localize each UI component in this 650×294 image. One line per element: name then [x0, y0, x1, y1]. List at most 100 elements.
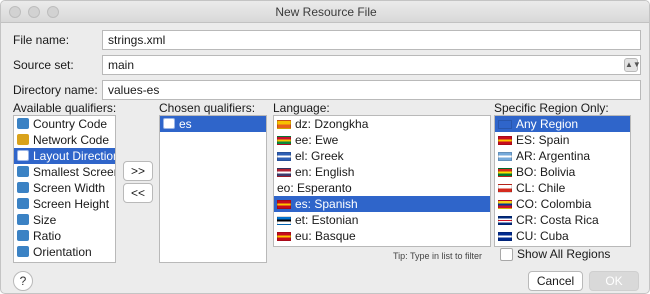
window-title: New Resource File	[275, 5, 377, 19]
qualifier-item[interactable]: Size	[14, 212, 115, 228]
qualifier-item-label: Orientation	[33, 245, 92, 259]
country-code-icon	[17, 118, 29, 129]
region-item[interactable]: CO: Colombia	[495, 196, 630, 212]
ok-button[interactable]: OK	[589, 271, 639, 291]
specific-region-header: Specific Region Only:	[494, 101, 609, 115]
language-item-label: eu: Basque	[295, 229, 356, 243]
chosen-qualifier-item-label: es	[179, 117, 192, 131]
source-set-label: Source set:	[13, 58, 74, 72]
layout-direction-icon	[17, 150, 29, 161]
network-code-icon	[17, 134, 29, 145]
language-item-label: es: Spanish	[295, 197, 358, 211]
cancel-button[interactable]: Cancel	[528, 271, 583, 291]
language-item-label: eo: Esperanto	[277, 181, 352, 195]
smallest-screen-icon	[17, 166, 29, 177]
qualifier-item[interactable]: Ratio	[14, 228, 115, 244]
locale-icon	[163, 118, 175, 129]
chosen-qualifiers-header: Chosen qualifiers:	[159, 101, 256, 115]
language-item[interactable]: el: Greek	[274, 148, 490, 164]
screen-height-icon	[17, 198, 29, 209]
select-arrows-icon[interactable]: ▲▼	[624, 58, 641, 72]
remove-qualifier-button[interactable]: <<	[123, 183, 153, 203]
qualifier-item[interactable]: Layout Direction	[14, 148, 115, 164]
flag-icon	[498, 216, 512, 225]
flag-icon	[277, 120, 291, 129]
language-item[interactable]: eo: Esperanto	[274, 180, 490, 196]
language-header: Language:	[273, 101, 330, 115]
flag-icon	[277, 168, 291, 177]
orientation-icon	[17, 246, 29, 257]
qualifier-item[interactable]: Smallest Screen W	[14, 164, 115, 180]
help-button[interactable]: ?	[13, 271, 33, 291]
language-item[interactable]: ee: Ewe	[274, 132, 490, 148]
language-item-label: et: Estonian	[295, 213, 359, 227]
region-item[interactable]: CU: Cuba	[495, 228, 630, 244]
qualifier-item-label: Screen Width	[33, 181, 106, 195]
region-item[interactable]: BO: Bolivia	[495, 164, 630, 180]
flag-icon	[277, 216, 291, 225]
region-item-label: CO: Colombia	[516, 197, 592, 211]
language-list[interactable]: dz: Dzongkha ee: Ewe el: Greek en: English e…	[273, 115, 491, 247]
qualifier-item-label: Network Code	[33, 133, 110, 147]
language-item-label: ee: Ewe	[295, 133, 339, 147]
source-set-select[interactable]: main ▲▼	[102, 55, 641, 75]
region-list[interactable]: Any Region ES: Spain AR: Argentina BO: Boli…	[494, 115, 631, 247]
language-item-label: fa: Persian	[295, 245, 352, 246]
region-item[interactable]: Any Region	[495, 116, 630, 132]
available-qualifiers-list[interactable]: Country Code Network Code Layout Direction…	[13, 115, 116, 263]
show-all-regions-checkbox[interactable]	[500, 248, 513, 261]
region-item-label: Any Region	[516, 117, 579, 131]
flag-icon	[277, 152, 291, 161]
add-qualifier-button[interactable]: >>	[123, 161, 153, 181]
region-item[interactable]: CR: Costa Rica	[495, 212, 630, 228]
file-name-label: File name:	[13, 33, 70, 47]
language-item[interactable]: eu: Basque	[274, 228, 490, 244]
qualifier-item[interactable]: Country Code	[14, 116, 115, 132]
flag-icon	[498, 232, 512, 241]
language-item[interactable]: dz: Dzongkha	[274, 116, 490, 132]
flag-icon	[498, 136, 512, 145]
region-item[interactable]: CL: Chile	[495, 180, 630, 196]
region-item-label: ES: Spain	[516, 133, 570, 147]
qualifier-item[interactable]: Network Code	[14, 132, 115, 148]
source-set-value: main	[108, 58, 135, 72]
region-item-label: CR: Costa Rica	[516, 213, 599, 227]
language-item-label: en: English	[295, 165, 355, 179]
qualifier-item-label: Layout Direction	[33, 149, 116, 163]
qualifier-item[interactable]: Orientation	[14, 244, 115, 260]
qualifier-item[interactable]: Screen Height	[14, 196, 115, 212]
chosen-qualifiers-list[interactable]: es	[159, 115, 267, 263]
language-item-label: el: Greek	[295, 149, 344, 163]
flag-icon	[277, 200, 291, 209]
flag-icon	[277, 136, 291, 145]
chosen-qualifier-item[interactable]: es	[160, 116, 266, 132]
available-qualifiers-header: Available qualifiers:	[13, 101, 117, 115]
directory-name-label: Directory name:	[13, 83, 98, 97]
qualifier-item-label: Size	[33, 213, 57, 227]
directory-name-field[interactable]: values-es	[102, 80, 641, 100]
title-bar: New Resource File	[1, 1, 649, 23]
filter-tip: Tip: Type in list to filter	[393, 251, 483, 261]
new-resource-file-dialog: New Resource File File name: strings.xml…	[0, 0, 650, 294]
flag-icon	[277, 232, 291, 241]
flag-icon	[498, 200, 512, 209]
flag-icon	[498, 120, 512, 129]
flag-icon	[498, 152, 512, 161]
qualifier-item-label: Ratio	[33, 229, 62, 243]
file-name-field[interactable]: strings.xml	[102, 30, 641, 50]
flag-icon	[498, 184, 512, 193]
language-item[interactable]: en: English	[274, 164, 490, 180]
language-item[interactable]: et: Estonian	[274, 212, 490, 228]
language-item[interactable]: fa: Persian	[274, 244, 490, 246]
ratio-icon	[17, 230, 29, 241]
qualifier-item[interactable]: Screen Width	[14, 180, 115, 196]
region-item[interactable]: AR: Argentina	[495, 148, 630, 164]
language-item[interactable]: es: Spanish	[274, 196, 490, 212]
region-item[interactable]: ES: Spain	[495, 132, 630, 148]
qualifier-item-label: Smallest Screen W	[33, 165, 115, 179]
language-item-label: dz: Dzongkha	[295, 117, 369, 131]
screen-width-icon	[17, 182, 29, 193]
show-all-regions-label: Show All Regions	[517, 247, 611, 261]
flag-icon	[498, 168, 512, 177]
region-item-label: CL: Chile	[516, 181, 566, 195]
